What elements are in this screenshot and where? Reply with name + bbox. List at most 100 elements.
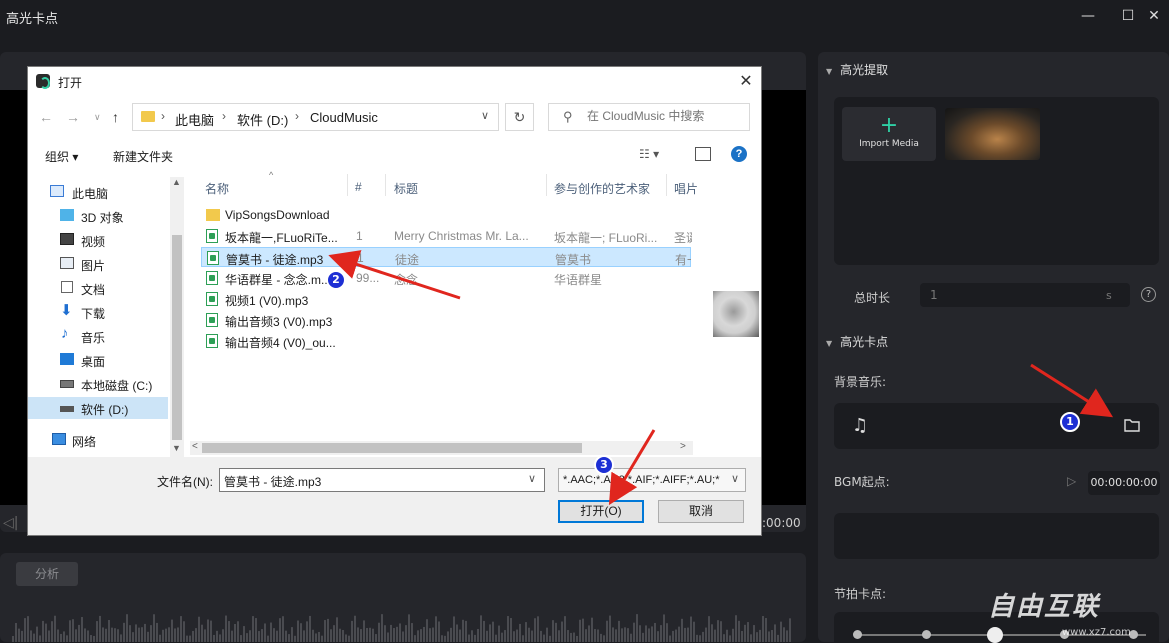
waveform-bar (315, 633, 317, 642)
refresh-icon[interactable]: ↻ (505, 103, 534, 131)
view-options-icon[interactable]: ☷ ▾ (639, 147, 659, 161)
prev-frame-icon[interactable]: ◁| (3, 515, 18, 531)
waveform-bar (732, 628, 734, 642)
section-title: 高光卡点 (840, 335, 889, 349)
total-duration-input[interactable]: 1 (920, 283, 1130, 307)
preview-pane-icon[interactable] (695, 147, 711, 161)
help-icon[interactable]: ? (731, 146, 747, 162)
nav-item-documents[interactable]: 文档 (28, 277, 168, 299)
search-box[interactable]: ⚲ (548, 103, 750, 131)
highlight-extract-header[interactable]: ▼ 高光提取 (826, 61, 888, 78)
help-icon[interactable]: ? (1141, 287, 1156, 302)
file-type-select[interactable]: *.AAC;*.AC3;*.AIF;*.AIFF;*.AU;* ∨ (558, 468, 746, 492)
annotation-badge-1: 1 (1060, 412, 1080, 432)
nav-item-pictures[interactable]: 图片 (28, 253, 168, 275)
minimize-button[interactable]: — (1073, 4, 1103, 28)
waveform-bar (591, 617, 593, 642)
file-name: VipSongsDownload (225, 208, 330, 222)
waveform-bar (45, 623, 47, 642)
waveform-bar (291, 627, 293, 642)
document-icon (61, 281, 73, 293)
waveform-bar (519, 623, 521, 642)
beat-slider-knob[interactable] (987, 627, 1003, 643)
waveform-bar (735, 615, 737, 642)
media-thumbnail[interactable] (945, 108, 1040, 160)
waveform-bar (33, 633, 35, 642)
close-button[interactable]: ✕ (1139, 4, 1169, 28)
highlight-beat-header[interactable]: ▼ 高光卡点 (826, 333, 888, 350)
organize-button[interactable]: 组织 ▾ (45, 148, 78, 165)
filename-input[interactable]: 管莫书 - 徒途.mp3 ∨ (219, 468, 545, 492)
breadcrumb-item[interactable]: 软件 (D:) (237, 110, 288, 129)
waveform-bar (516, 629, 518, 642)
column-header-name[interactable]: 名称 (205, 180, 229, 197)
scroll-down-icon[interactable]: ▼ (172, 443, 181, 453)
nav-item-this-pc[interactable]: 此电脑 (28, 181, 168, 203)
waveform-bar (642, 632, 644, 642)
folder-icon[interactable] (1124, 418, 1140, 432)
column-header-number[interactable]: # (355, 180, 362, 194)
chevron-down-icon[interactable]: ∨ (731, 472, 740, 485)
file-row[interactable]: VipSongsDownload (201, 205, 691, 225)
file-row[interactable]: 坂本龍一,FLuoRiTe... 1 Merry Christmas Mr. L… (201, 226, 692, 246)
open-button[interactable]: 打开(O) (558, 500, 644, 523)
recent-dropdown-icon[interactable]: ∨ (94, 112, 101, 123)
new-folder-button[interactable]: 新建文件夹 (113, 148, 173, 165)
cancel-button[interactable]: 取消 (658, 500, 744, 523)
scrollbar-thumb[interactable] (172, 235, 182, 440)
waveform-bar (123, 622, 125, 642)
waveform-bar (132, 632, 134, 642)
waveform-bar (402, 631, 404, 642)
scroll-left-icon[interactable]: < (192, 441, 198, 452)
waveform-bar (366, 628, 368, 642)
nav-item-downloads[interactable]: ⬇ 下载 (28, 301, 168, 323)
waveform-bar (384, 625, 386, 642)
bgm-start-input[interactable]: 00:00:00:00 (1088, 471, 1160, 495)
file-row-selected[interactable]: 管莫书 - 徒途.mp3 1 徒途 管莫书 有一 (201, 247, 691, 267)
horizontal-scrollbar[interactable]: < > (190, 441, 693, 455)
back-arrow-icon[interactable]: ← (39, 109, 53, 125)
scroll-up-icon[interactable]: ▲ (172, 177, 181, 187)
scroll-right-icon[interactable]: > (680, 441, 686, 452)
waveform-bar (549, 635, 551, 642)
up-arrow-icon[interactable]: ↑ (112, 109, 119, 125)
nav-item-software-d[interactable]: 软件 (D:) (28, 397, 168, 419)
waveform-bar (579, 619, 581, 642)
chevron-down-icon[interactable]: ∨ (481, 109, 489, 122)
file-row[interactable]: 视频1 (V0).mp3 (201, 289, 691, 309)
dialog-close-icon[interactable]: ✕ (734, 71, 758, 93)
breadcrumb-item[interactable]: CloudMusic (310, 110, 378, 125)
watermark-url: www.xz7.com (1062, 627, 1131, 638)
waveform-bar (750, 634, 752, 642)
address-bar[interactable]: › 此电脑 › 软件 (D:) › CloudMusic ∨ (132, 103, 499, 131)
play-icon[interactable]: ▷ (1067, 474, 1076, 488)
file-row[interactable]: 输出音频4 (V0)_ou... (201, 331, 691, 351)
nav-item-local-disk-c[interactable]: 本地磁盘 (C:) (28, 373, 168, 395)
waveform-bar (375, 634, 377, 642)
nav-item-video[interactable]: 视频 (28, 229, 168, 251)
column-header-album[interactable]: 唱片 (674, 180, 698, 197)
nav-item-network[interactable]: 网络 (28, 429, 168, 451)
file-row[interactable]: 华语群星 - 念念.m... 99... 念念 华语群星 (201, 268, 691, 288)
waveform-bar (738, 620, 740, 642)
nav-item-music[interactable]: ♪ 音乐 (28, 325, 168, 347)
waveform-bar (546, 627, 548, 642)
column-header-artist[interactable]: 参与创作的艺术家 (554, 180, 650, 197)
file-artist: 管莫书 (555, 253, 592, 267)
nav-item-3d-objects[interactable]: 3D 对象 (28, 205, 168, 227)
search-input[interactable] (587, 109, 742, 123)
breadcrumb-item[interactable]: 此电脑 (175, 110, 214, 129)
forward-arrow-icon[interactable]: → (66, 109, 80, 125)
import-media-button[interactable]: + Import Media (842, 107, 936, 161)
file-name: 输出音频3 (V0).mp3 (225, 315, 333, 329)
analyze-button[interactable]: 分析 (16, 562, 78, 586)
nav-item-desktop[interactable]: 桌面 (28, 349, 168, 371)
album-art-preview (713, 291, 759, 337)
waveform-bar (252, 616, 254, 642)
chevron-down-icon[interactable]: ∨ (528, 472, 536, 485)
file-row[interactable]: 输出音频3 (V0).mp3 (201, 310, 691, 330)
scrollbar-thumb[interactable] (202, 443, 582, 453)
nav-scrollbar[interactable]: ▲ ▼ (170, 177, 184, 457)
column-header-title[interactable]: 标题 (394, 180, 418, 197)
waveform-bar (603, 635, 605, 642)
